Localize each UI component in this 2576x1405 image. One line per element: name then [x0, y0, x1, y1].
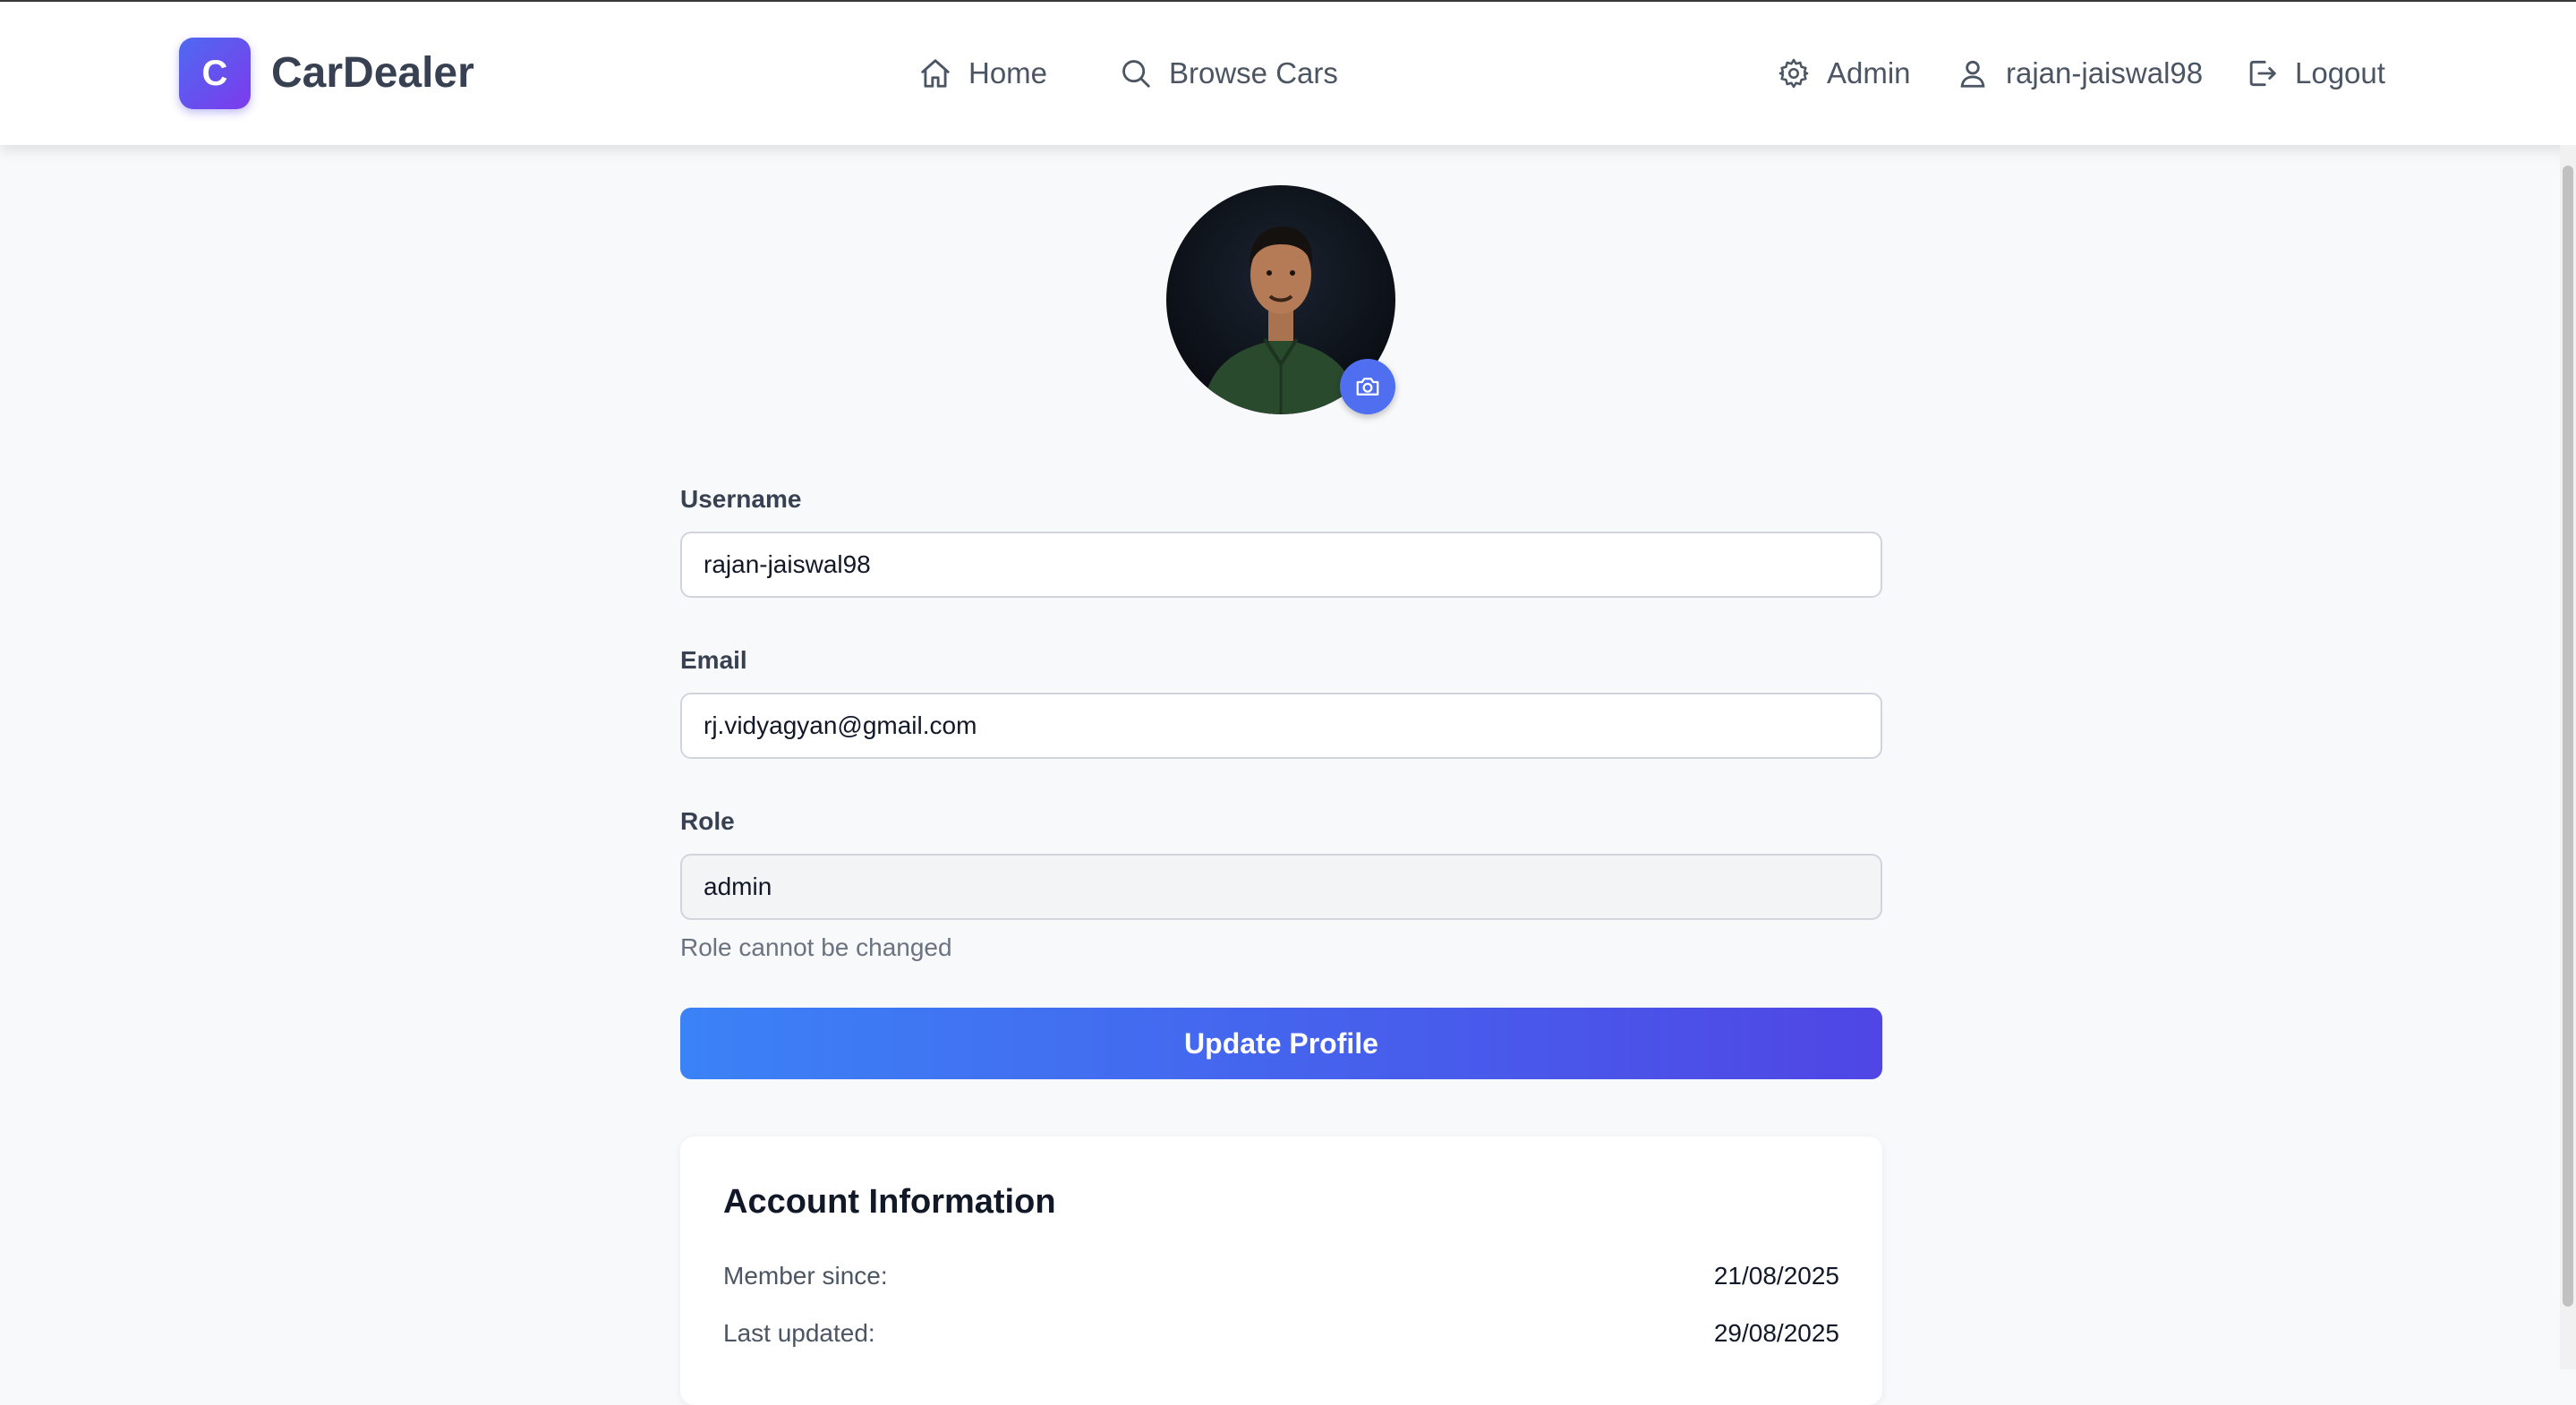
email-label: Email — [680, 646, 747, 674]
nav-user-profile[interactable]: rajan-jaiswal98 — [1956, 48, 2203, 98]
nav-browse-label: Browse Cars — [1169, 56, 1338, 89]
navbar: C CarDealer Home Browse Cars Admin rajan… — [0, 2, 2576, 145]
logo-badge[interactable]: C — [179, 38, 251, 109]
update-profile-button[interactable]: Update Profile — [680, 1008, 1882, 1079]
scrollbar-thumb[interactable] — [2563, 166, 2573, 1307]
member-since-row: Member since: 21/08/2025 — [723, 1262, 1839, 1298]
logout-icon — [2249, 60, 2276, 87]
username-label: Username — [680, 485, 802, 513]
email-input[interactable] — [680, 693, 1882, 759]
brand-name[interactable]: CarDealer — [271, 48, 474, 98]
nav-home[interactable]: Home — [918, 48, 1047, 98]
nav-logout-label: Logout — [2295, 56, 2385, 89]
account-info-title: Account Information — [723, 1183, 1056, 1221]
member-since-label: Member since: — [723, 1262, 888, 1290]
account-information-card: Account Information Member since: 21/08/… — [680, 1137, 1882, 1405]
role-help-text: Role cannot be changed — [680, 933, 952, 961]
role-input — [680, 854, 1882, 920]
role-label: Role — [680, 807, 735, 835]
last-updated-row: Last updated: 29/08/2025 — [723, 1319, 1839, 1355]
nav-home-label: Home — [968, 56, 1048, 89]
user-icon — [1960, 60, 1985, 88]
nav-user-label: rajan-jaiswal98 — [2006, 56, 2204, 89]
home-icon — [921, 59, 950, 88]
nav-admin-label: Admin — [1827, 56, 1911, 89]
nav-logout[interactable]: Logout — [2245, 48, 2385, 98]
search-icon — [1122, 60, 1150, 88]
member-since-value: 21/08/2025 — [1713, 1262, 1839, 1290]
avatar-upload-button[interactable] — [1340, 359, 1395, 414]
camera-icon — [1356, 378, 1379, 396]
nav-browse-cars[interactable]: Browse Cars — [1119, 48, 1338, 98]
nav-admin[interactable]: Admin — [1777, 48, 1911, 98]
username-input[interactable] — [680, 532, 1882, 598]
gear-icon — [1778, 58, 1809, 89]
last-updated-label: Last updated: — [723, 1319, 875, 1347]
last-updated-value: 29/08/2025 — [1713, 1319, 1839, 1347]
